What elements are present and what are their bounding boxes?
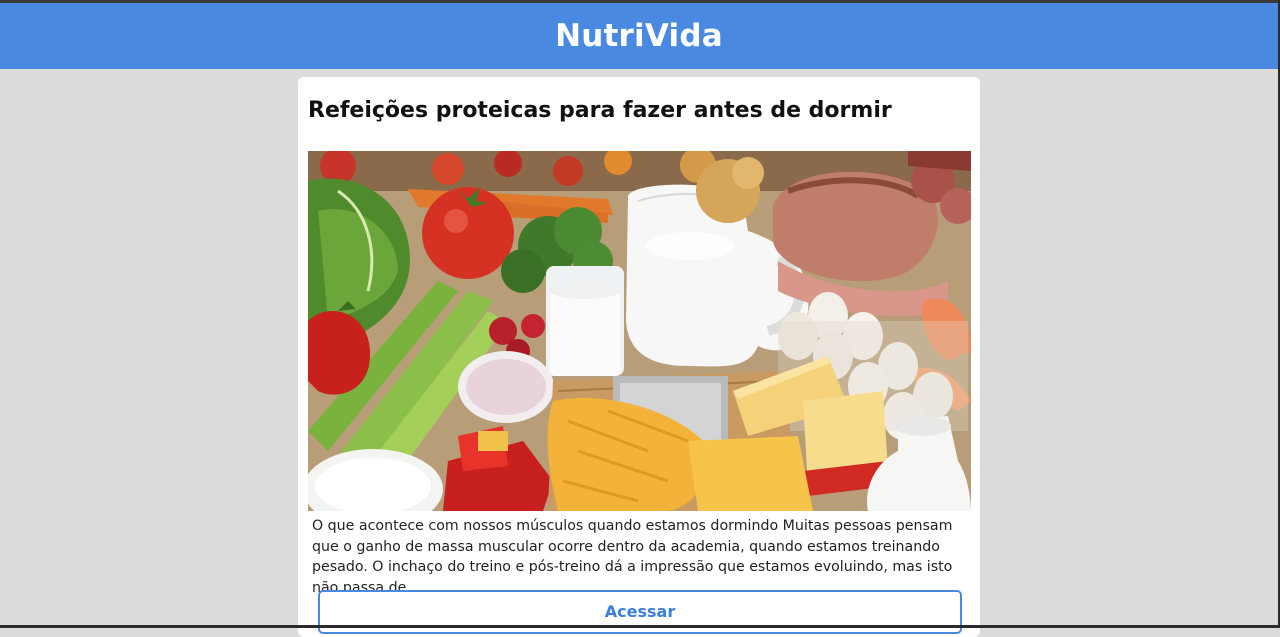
food-illustration <box>308 151 971 511</box>
article-image <box>308 151 971 511</box>
article-card: Refeições proteicas para fazer antes de … <box>298 77 980 637</box>
article-excerpt: O que acontece com nossos músculos quand… <box>312 516 972 598</box>
site-header: NutriVida <box>0 3 1278 69</box>
article-title: Refeições proteicas para fazer antes de … <box>308 98 892 123</box>
brand-logo-text[interactable]: NutriVida <box>555 18 723 54</box>
